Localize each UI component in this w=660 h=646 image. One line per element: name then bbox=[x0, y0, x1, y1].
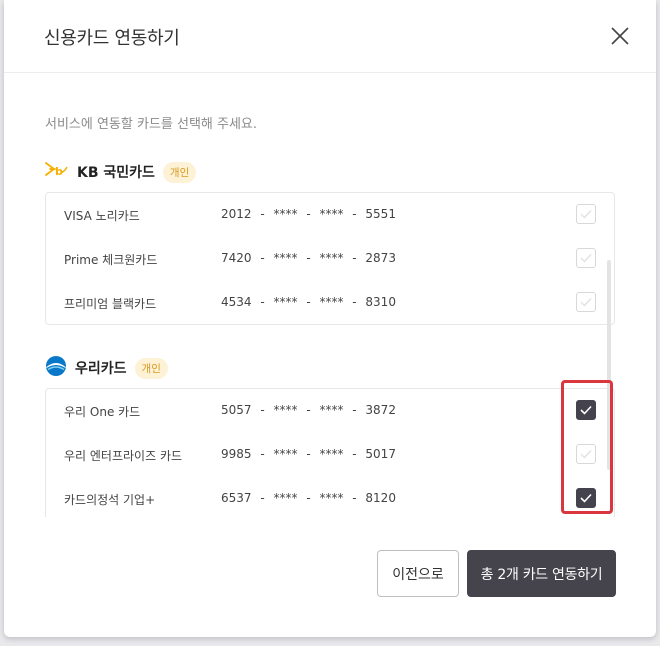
card-number: 7420 - **** - **** - 2873 bbox=[221, 251, 396, 265]
card-row[interactable]: VISA 노리카드 2012 - **** - **** - 5551 bbox=[46, 193, 614, 237]
card-name: 우리 엔터프라이즈 카드 bbox=[64, 449, 183, 463]
card-number: 9985 - **** - **** - 5017 bbox=[221, 447, 396, 461]
modal-header: 신용카드 연동하기 bbox=[4, 0, 656, 73]
connect-cards-button[interactable]: 총 2개 카드 연동하기 bbox=[467, 550, 616, 597]
card-checkbox[interactable] bbox=[576, 204, 596, 224]
card-number: 2012 - **** - **** - 5551 bbox=[221, 207, 396, 221]
close-icon[interactable] bbox=[608, 24, 632, 48]
scrollbar[interactable] bbox=[607, 260, 611, 470]
bank-header-woori: 우리카드 개인 bbox=[45, 356, 168, 380]
card-name: 프리미엄 블랙카드 bbox=[64, 297, 157, 311]
card-name: 우리 One 카드 bbox=[64, 405, 141, 419]
card-checkbox-checked[interactable] bbox=[576, 488, 596, 508]
card-row[interactable]: 프리미엄 블랙카드 4534 - **** - **** - 8310 bbox=[46, 281, 614, 325]
card-name: VISA 노리카드 bbox=[64, 209, 140, 223]
card-list-kb: VISA 노리카드 2012 - **** - **** - 5551 Prim… bbox=[45, 192, 615, 325]
card-number: 4534 - **** - **** - 8310 bbox=[221, 295, 396, 309]
kb-star-logo-icon: b bbox=[45, 160, 69, 184]
card-number: 6537 - **** - **** - 8120 bbox=[221, 491, 396, 505]
modal-content: 서비스에 연동할 카드를 선택해 주세요. b KB 국민카드 개인 VISA … bbox=[4, 73, 656, 517]
card-name: 카드의정석 기업+ bbox=[64, 493, 156, 507]
card-row[interactable]: Prime 체크원카드 7420 - **** - **** - 2873 bbox=[46, 237, 614, 281]
card-checkbox[interactable] bbox=[576, 444, 596, 464]
modal-description: 서비스에 연동할 카드를 선택해 주세요. bbox=[45, 117, 258, 132]
modal-title: 신용카드 연동하기 bbox=[44, 28, 180, 49]
card-row[interactable]: 우리 One 카드 5057 - **** - **** - 3872 bbox=[46, 389, 614, 433]
svg-text:b: b bbox=[55, 165, 63, 178]
card-link-modal: 신용카드 연동하기 서비스에 연동할 카드를 선택해 주세요. b KB 국민카… bbox=[4, 0, 656, 637]
card-checkbox-checked[interactable] bbox=[576, 400, 596, 420]
badge-personal: 개인 bbox=[134, 357, 168, 379]
card-checkbox[interactable] bbox=[576, 292, 596, 312]
card-row[interactable]: 카드의정석 기업+ 6537 - **** - **** - 8120 bbox=[46, 477, 614, 517]
bank-name-kb: KB 국민카드 bbox=[77, 165, 155, 181]
card-row[interactable]: 우리 엔터프라이즈 카드 9985 - **** - **** - 5017 bbox=[46, 433, 614, 477]
woori-logo-icon bbox=[45, 355, 67, 381]
badge-personal: 개인 bbox=[162, 161, 197, 183]
card-name: Prime 체크원카드 bbox=[64, 253, 158, 267]
prev-button[interactable]: 이전으로 bbox=[377, 550, 459, 597]
card-checkbox[interactable] bbox=[576, 248, 596, 268]
bank-header-kb: b KB 국민카드 개인 bbox=[45, 160, 197, 184]
bank-name-woori: 우리카드 bbox=[75, 361, 127, 377]
card-number: 5057 - **** - **** - 3872 bbox=[221, 403, 396, 417]
card-list-woori: 우리 One 카드 5057 - **** - **** - 3872 우리 엔… bbox=[45, 388, 615, 517]
